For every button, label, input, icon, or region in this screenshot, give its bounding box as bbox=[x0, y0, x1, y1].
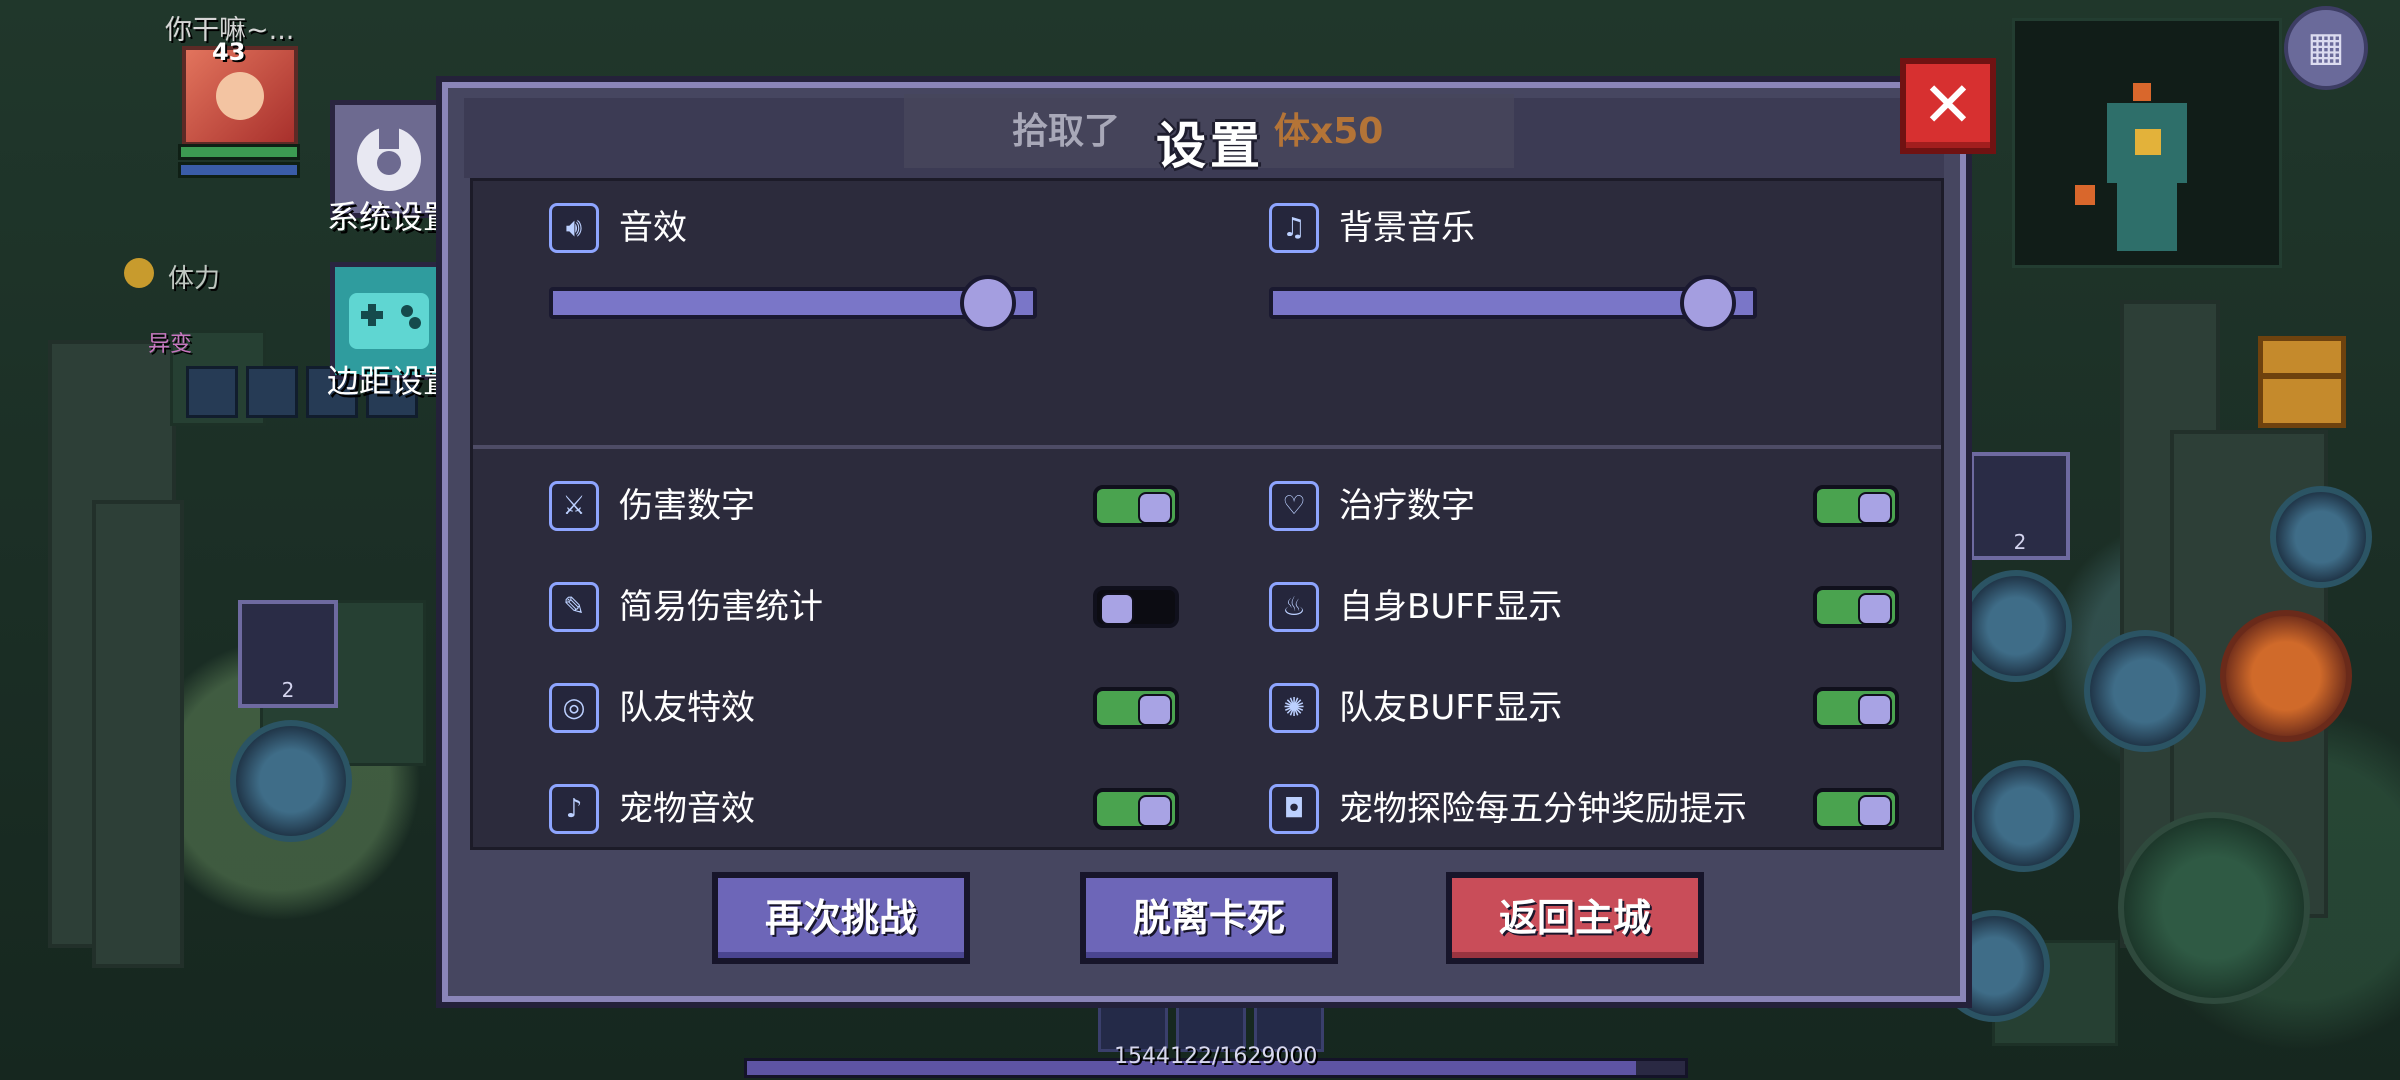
minimap-room bbox=[2117, 181, 2177, 251]
option-toggle[interactable] bbox=[1813, 586, 1899, 628]
option-toggle[interactable] bbox=[1093, 788, 1179, 830]
buff-slot[interactable] bbox=[246, 366, 298, 418]
ultimate-button[interactable] bbox=[2220, 610, 2352, 742]
mutation-label: 异变 bbox=[148, 332, 193, 357]
pickup-item: 体x50 bbox=[1274, 111, 1384, 152]
option-label: 队友BUFF显示 bbox=[1339, 688, 1563, 728]
option-label: 治疗数字 bbox=[1339, 486, 1475, 526]
skill-button[interactable] bbox=[230, 720, 352, 842]
option-toggle[interactable] bbox=[1813, 687, 1899, 729]
bgm-slider-handle[interactable] bbox=[1680, 275, 1737, 331]
toggle-knob bbox=[1138, 694, 1172, 726]
mana-bar bbox=[178, 162, 300, 178]
toggle-knob bbox=[1858, 694, 1892, 726]
buff-slot[interactable] bbox=[186, 366, 238, 418]
treasure-chest-icon[interactable] bbox=[2258, 336, 2346, 428]
settings-content[interactable]: 🔊︎ 音效 ♫ 背景音乐 ⚔ 伤害数字 ♡ 治疗数字 ✎ 简易伤害统计 ♨ 自身BUFF显示 ◎… bbox=[470, 178, 1944, 850]
stone-pillar-left-2 bbox=[92, 500, 184, 968]
dialog-title: 设置 bbox=[1156, 117, 1264, 175]
minimap-player-marker bbox=[2135, 129, 2161, 155]
option-toggle[interactable] bbox=[1093, 687, 1179, 729]
experience-text: 1544122/1629000 bbox=[1114, 1044, 1318, 1069]
option-toggle[interactable] bbox=[1093, 485, 1179, 527]
toggle-knob bbox=[1138, 795, 1172, 827]
chart-icon: ✎ bbox=[549, 582, 599, 632]
option-label: 自身BUFF显示 bbox=[1339, 587, 1563, 627]
close-button[interactable]: ✕ bbox=[1900, 58, 1996, 154]
divider bbox=[473, 445, 1941, 449]
sword-icon: ⚔ bbox=[549, 481, 599, 531]
sound-effect-slider-handle[interactable] bbox=[960, 275, 1017, 331]
minimap-marker bbox=[2075, 185, 2095, 205]
retry-button[interactable]: 再次挑战 bbox=[712, 872, 970, 964]
toggle-knob bbox=[1138, 492, 1172, 524]
stamina-icon bbox=[124, 258, 154, 288]
sound-effect-label: 音效 bbox=[619, 208, 687, 248]
effect-icon: ◎ bbox=[549, 683, 599, 733]
option-toggle[interactable] bbox=[1813, 485, 1899, 527]
buff-team-icon: ✺ bbox=[1269, 683, 1319, 733]
heart-icon: ♡ bbox=[1269, 481, 1319, 531]
skill-slot[interactable]: 2 bbox=[238, 600, 338, 708]
pet-sound-icon: ♪ bbox=[549, 784, 599, 834]
return-city-button[interactable]: 返回主城 bbox=[1446, 872, 1704, 964]
unstuck-button[interactable]: 脱离卡死 bbox=[1080, 872, 1338, 964]
attack-button[interactable] bbox=[2118, 812, 2310, 1004]
speaker-icon: 🔊︎ bbox=[549, 203, 599, 253]
toggle-knob bbox=[1858, 492, 1892, 524]
menu-icon[interactable]: ▦ bbox=[2284, 6, 2368, 90]
pickup-text: 拾取了 bbox=[1012, 111, 1121, 152]
option-label: 伤害数字 bbox=[619, 486, 755, 526]
option-label: 队友特效 bbox=[619, 688, 755, 728]
skill-button[interactable] bbox=[2270, 486, 2372, 588]
skill-button[interactable] bbox=[2084, 630, 2206, 752]
bgm-label: 背景音乐 bbox=[1339, 208, 1475, 248]
stamina-label: 体力 bbox=[168, 264, 221, 294]
minimap[interactable] bbox=[2012, 18, 2282, 268]
skill-slot[interactable]: 2 bbox=[1970, 452, 2070, 560]
toggle-knob bbox=[1858, 795, 1892, 827]
pet-icon: ◘ bbox=[1269, 784, 1319, 834]
skill-count: 2 bbox=[2013, 530, 2027, 554]
option-label: 宠物音效 bbox=[619, 789, 755, 829]
option-label: 简易伤害统计 bbox=[619, 587, 823, 627]
option-toggle[interactable] bbox=[1813, 788, 1899, 830]
buff-self-icon: ♨ bbox=[1269, 582, 1319, 632]
toggle-knob bbox=[1100, 593, 1134, 625]
player-level: 43 bbox=[212, 38, 246, 66]
settings-dialog: 设置 🔊︎ 音效 ♫ 背景音乐 ⚔ 伤害数字 ♡ 治疗数字 ✎ 简易伤害统计 ♨ 自身BUFF… bbox=[442, 82, 1966, 1002]
minimap-marker bbox=[2133, 83, 2151, 101]
skill-button[interactable] bbox=[1968, 760, 2080, 872]
toggle-knob bbox=[1858, 593, 1892, 625]
health-bar bbox=[178, 144, 300, 160]
skill-button[interactable] bbox=[1960, 570, 2072, 682]
skill-count: 2 bbox=[281, 678, 295, 702]
option-toggle[interactable] bbox=[1093, 586, 1179, 628]
option-label: 宠物探险每五分钟奖励提示 bbox=[1339, 789, 1747, 829]
music-note-icon: ♫ bbox=[1269, 203, 1319, 253]
avatar-face bbox=[216, 72, 264, 120]
